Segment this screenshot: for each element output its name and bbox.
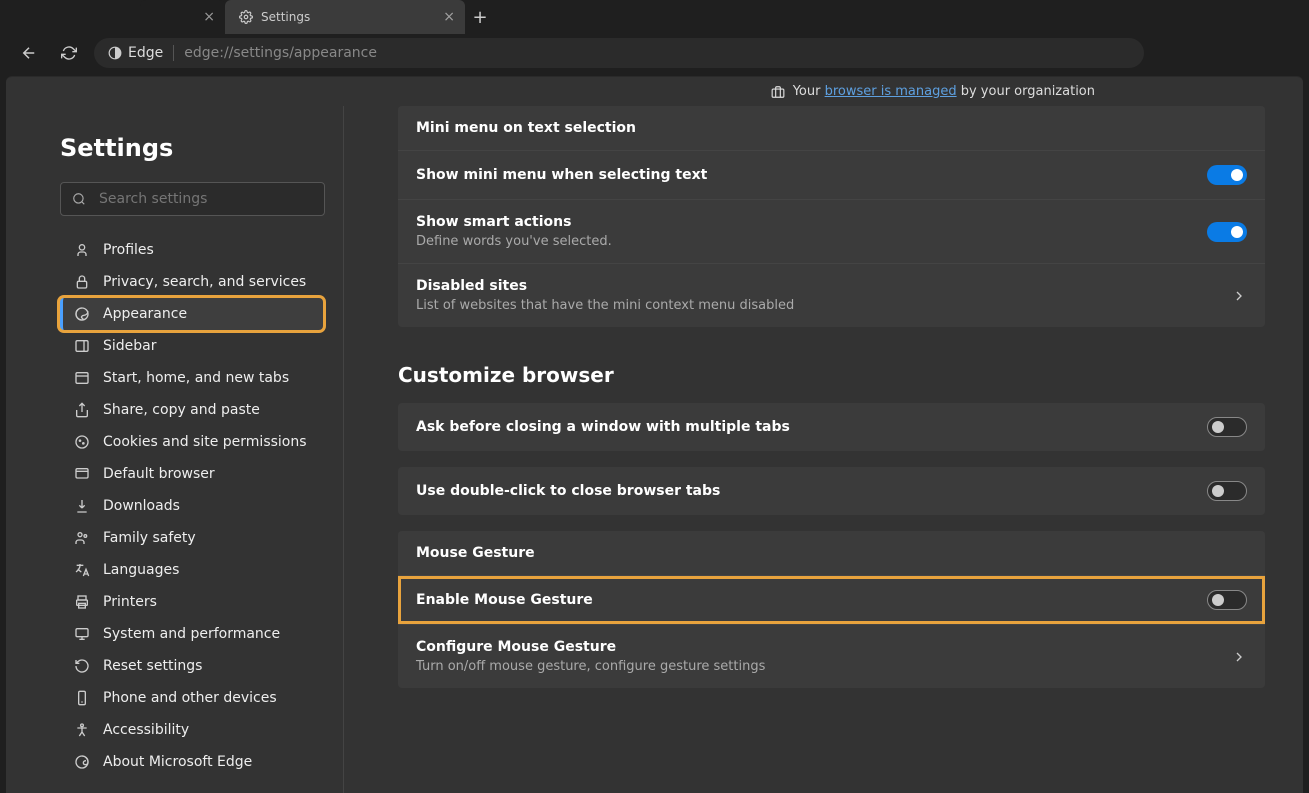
- enable-mouse-toggle[interactable]: [1207, 590, 1247, 610]
- briefcase-icon: [771, 85, 785, 99]
- mouse-gesture-card: Mouse Gesture Enable Mouse Gesture Confi…: [398, 531, 1265, 688]
- sidebar-item-family[interactable]: Family safety: [60, 522, 323, 554]
- close-icon[interactable]: ×: [443, 9, 455, 25]
- ask-close-toggle[interactable]: [1207, 417, 1247, 437]
- show-mini-toggle[interactable]: [1207, 165, 1247, 185]
- show-mini-menu-row: Show mini menu when selecting text: [398, 151, 1265, 200]
- share-icon: [73, 401, 91, 419]
- gear-icon: [239, 10, 253, 24]
- ask-close-row: Ask before closing a window with multipl…: [398, 403, 1265, 451]
- sidebar-item-sidebar[interactable]: Sidebar: [60, 330, 323, 362]
- close-icon[interactable]: ×: [203, 9, 215, 25]
- tab-label: Settings: [261, 10, 310, 24]
- sidebar: Settings Profiles Privacy, search, and s…: [6, 106, 344, 793]
- main: Settings Profiles Privacy, search, and s…: [6, 106, 1303, 793]
- nav-list: Profiles Privacy, search, and services A…: [60, 234, 323, 778]
- ask-close-card: Ask before closing a window with multipl…: [398, 403, 1265, 451]
- browser-icon: [73, 465, 91, 483]
- sidebar-item-default[interactable]: Default browser: [60, 458, 323, 490]
- home-tab-icon: [73, 369, 91, 387]
- enable-mouse-row: Enable Mouse Gesture: [398, 576, 1265, 625]
- toolbar: Edge edge://settings/appearance: [0, 34, 1309, 72]
- customize-title: Customize browser: [398, 363, 1265, 387]
- sidebar-item-printers[interactable]: Printers: [60, 586, 323, 618]
- reset-icon: [73, 657, 91, 675]
- edge-icon: [73, 753, 91, 771]
- family-icon: [73, 529, 91, 547]
- sidebar-item-start[interactable]: Start, home, and new tabs: [60, 362, 323, 394]
- sidebar-item-system[interactable]: System and performance: [60, 618, 323, 650]
- content: Mini menu on text selection Show mini me…: [344, 106, 1303, 793]
- chevron-right-icon: [1231, 288, 1247, 304]
- dbl-click-row: Use double-click to close browser tabs: [398, 467, 1265, 515]
- download-icon: [73, 497, 91, 515]
- mini-menu-card: Mini menu on text selection Show mini me…: [398, 106, 1265, 327]
- cookie-icon: [73, 433, 91, 451]
- system-icon: [73, 625, 91, 643]
- tab-settings[interactable]: Settings ×: [225, 0, 465, 34]
- managed-link[interactable]: browser is managed: [825, 84, 957, 99]
- sidebar-item-share[interactable]: Share, copy and paste: [60, 394, 323, 426]
- disabled-sites-row[interactable]: Disabled sites List of websites that hav…: [398, 264, 1265, 327]
- configure-mouse-row[interactable]: Configure Mouse Gesture Turn on/off mous…: [398, 625, 1265, 688]
- sidebar-item-reset[interactable]: Reset settings: [60, 650, 323, 682]
- tab-bar: × Settings × +: [0, 0, 1309, 34]
- search-wrapper: [60, 182, 325, 216]
- paint-icon: [73, 305, 91, 323]
- brand-label: Edge: [108, 45, 174, 61]
- mini-menu-header: Mini menu on text selection: [398, 106, 1265, 151]
- sidebar-item-cookies[interactable]: Cookies and site permissions: [60, 426, 323, 458]
- managed-banner: Your browser is managed by your organiza…: [6, 76, 1303, 106]
- sidebar-item-downloads[interactable]: Downloads: [60, 490, 323, 522]
- banner-text: Your browser is managed by your organiza…: [793, 84, 1095, 99]
- smart-actions-row: Show smart actions Define words you've s…: [398, 200, 1265, 264]
- new-tab-button[interactable]: +: [465, 0, 495, 34]
- sidebar-item-privacy[interactable]: Privacy, search, and services: [60, 266, 323, 298]
- language-icon: [73, 561, 91, 579]
- sidebar-item-accessibility[interactable]: Accessibility: [60, 714, 323, 746]
- sidebar-item-about[interactable]: About Microsoft Edge: [60, 746, 323, 778]
- tab-inactive[interactable]: ×: [140, 0, 225, 34]
- dbl-click-toggle[interactable]: [1207, 481, 1247, 501]
- refresh-button[interactable]: [54, 38, 84, 68]
- sidebar-item-phone[interactable]: Phone and other devices: [60, 682, 323, 714]
- page-title: Settings: [60, 134, 323, 162]
- sidebar-item-languages[interactable]: Languages: [60, 554, 323, 586]
- sidebar-item-profiles[interactable]: Profiles: [60, 234, 323, 266]
- phone-icon: [73, 689, 91, 707]
- address-bar[interactable]: Edge edge://settings/appearance: [94, 38, 1144, 68]
- chevron-right-icon: [1231, 649, 1247, 665]
- sidebar-item-appearance[interactable]: Appearance: [60, 298, 323, 330]
- search-input[interactable]: [60, 182, 325, 216]
- profile-icon: [73, 241, 91, 259]
- accessibility-icon: [73, 721, 91, 739]
- url-text: edge://settings/appearance: [184, 45, 377, 61]
- search-icon: [72, 192, 86, 206]
- lock-icon: [73, 273, 91, 291]
- sidebar-icon: [73, 337, 91, 355]
- back-button[interactable]: [14, 38, 44, 68]
- printer-icon: [73, 593, 91, 611]
- dbl-click-card: Use double-click to close browser tabs: [398, 467, 1265, 515]
- smart-actions-toggle[interactable]: [1207, 222, 1247, 242]
- mouse-gesture-header: Mouse Gesture: [398, 531, 1265, 576]
